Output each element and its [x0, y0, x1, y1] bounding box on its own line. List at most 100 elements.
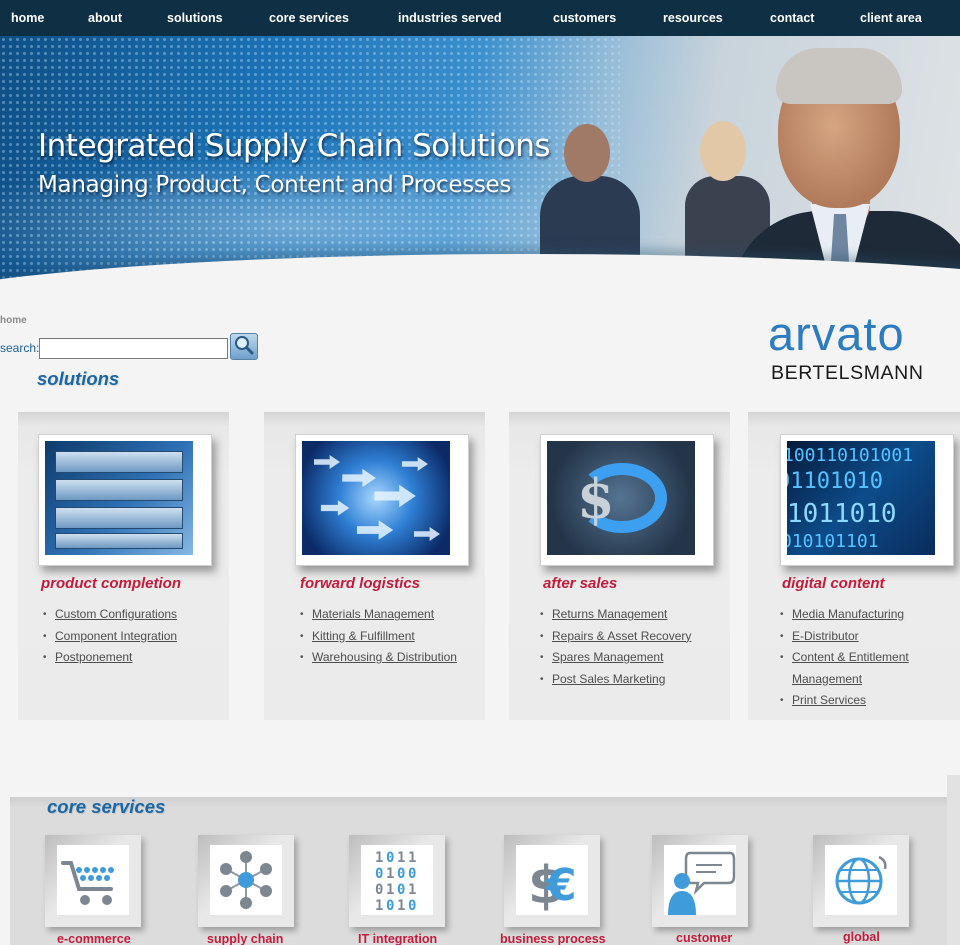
nav-industries-served[interactable]: industries served — [398, 11, 502, 25]
link-content-entitlement-management[interactable]: Management — [792, 672, 862, 686]
core-service-ecommerce[interactable] — [45, 835, 141, 927]
link-repairs-asset-recovery[interactable]: Repairs & Asset Recovery — [552, 629, 691, 643]
list-item: Warehousing & Distribution — [300, 647, 457, 669]
svg-text:1: 1 — [386, 882, 394, 898]
link-print-services[interactable]: Print Services — [792, 693, 866, 707]
list-item: Materials Management — [300, 604, 457, 626]
card-link-list: Custom Configurations Component Integrat… — [43, 604, 177, 669]
network-icon — [220, 851, 272, 909]
arrows-image — [302, 441, 450, 555]
solutions-heading: solutions — [37, 368, 120, 389]
list-item: Repairs & Asset Recovery — [540, 626, 691, 648]
svg-text:1: 1 — [408, 850, 416, 866]
link-spares-management[interactable]: Spares Management — [552, 650, 663, 664]
card-title[interactable]: forward logistics — [300, 575, 420, 592]
solution-card-after-sales: $ after sales Returns Management Repairs… — [509, 412, 730, 720]
card-link-list: Returns Management Repairs & Asset Recov… — [540, 604, 691, 690]
svg-text:0: 0 — [375, 866, 383, 882]
arvato-logo[interactable]: arvato BERTELSMANN — [768, 307, 940, 388]
card-link-list: Media Manufacturing E-Distributor Conten… — [780, 604, 909, 712]
binary-icon: 1011 0100 0101 1010 — [375, 850, 416, 914]
search-input[interactable] — [39, 338, 228, 359]
list-item: E-Distributor — [780, 626, 909, 648]
list-item: Returns Management — [540, 604, 691, 626]
svg-text:0: 0 — [408, 898, 416, 914]
link-e-distributor[interactable]: E-Distributor — [792, 629, 859, 643]
nav-about[interactable]: about — [88, 11, 122, 25]
card-title[interactable]: after sales — [543, 575, 617, 592]
logo-wordmark: arvato — [768, 307, 905, 360]
list-item-continuation: Management — [780, 669, 909, 691]
link-warehousing-distribution[interactable]: Warehousing & Distribution — [312, 650, 457, 664]
search-button[interactable] — [230, 333, 258, 360]
nav-resources[interactable]: resources — [663, 11, 723, 25]
solution-image-frame[interactable] — [295, 434, 469, 566]
nav-customers[interactable]: customers — [553, 11, 616, 25]
solution-image-frame[interactable] — [38, 434, 212, 566]
solution-image-frame[interactable]: $ — [540, 434, 714, 566]
search-label: search: — [0, 341, 40, 355]
customer-chat-icon — [668, 851, 736, 915]
svg-text:1: 1 — [397, 898, 405, 914]
solution-card-forward-logistics: forward logistics Materials Management K… — [264, 412, 485, 720]
link-returns-management[interactable]: Returns Management — [552, 607, 667, 621]
nav-contact[interactable]: contact — [770, 11, 814, 25]
nav-core-services[interactable]: core services — [269, 11, 349, 25]
svg-text:1: 1 — [386, 866, 394, 882]
core-services-panel — [10, 797, 947, 945]
list-item: Component Integration — [43, 626, 177, 648]
svg-text:0: 0 — [375, 882, 383, 898]
core-service-customer[interactable] — [652, 835, 748, 927]
hero-title: Integrated Supply Chain Solutions — [38, 128, 551, 164]
link-component-integration[interactable]: Component Integration — [55, 629, 177, 643]
core-service-label-global[interactable]: global — [843, 930, 880, 944]
core-service-supply-chain[interactable] — [198, 835, 294, 927]
server-rack-image — [45, 441, 193, 555]
svg-text:1: 1 — [397, 850, 405, 866]
card-link-list: Materials Management Kitting & Fulfillme… — [300, 604, 457, 669]
card-title[interactable]: product completion — [41, 575, 181, 592]
nav-solutions[interactable]: solutions — [167, 11, 223, 25]
card-title[interactable]: digital content — [782, 575, 885, 592]
list-item: Media Manufacturing — [780, 604, 909, 626]
list-item: Post Sales Marketing — [540, 669, 691, 691]
nav-client-area[interactable]: client area — [860, 11, 922, 25]
core-services-heading: core services — [47, 796, 166, 817]
hero-subtitle: Managing Product, Content and Processes — [38, 172, 512, 198]
svg-text:0: 0 — [408, 866, 416, 882]
globe-icon — [835, 855, 887, 905]
link-postponement[interactable]: Postponement — [55, 650, 132, 664]
solution-image-frame[interactable]: 100110101001 01101010 1011010 010101101 — [780, 434, 954, 566]
binary-code-image: 100110101001 01101010 1011010 010101101 — [787, 441, 935, 555]
link-media-manufacturing[interactable]: Media Manufacturing — [792, 607, 904, 621]
core-service-label-it-integration[interactable]: IT integration — [358, 932, 437, 945]
svg-text:1: 1 — [375, 850, 383, 866]
nav-home[interactable]: home — [11, 11, 44, 25]
link-kitting-fulfillment[interactable]: Kitting & Fulfillment — [312, 629, 415, 643]
breadcrumb[interactable]: home — [0, 315, 27, 326]
top-nav: home about solutions core services indus… — [0, 0, 960, 36]
link-post-sales-marketing[interactable]: Post Sales Marketing — [552, 672, 665, 686]
gears-dollar-image: $ — [547, 441, 695, 555]
list-item: Kitting & Fulfillment — [300, 626, 457, 648]
core-service-global[interactable] — [813, 835, 909, 927]
magnifier-icon — [235, 336, 254, 355]
core-service-label-business-process[interactable]: business process — [500, 932, 606, 945]
hero-banner: Integrated Supply Chain Solutions Managi… — [0, 36, 960, 298]
list-item: Custom Configurations — [43, 604, 177, 626]
core-service-business-process[interactable]: $ € — [504, 835, 600, 927]
svg-text:0: 0 — [397, 866, 405, 882]
logo-subtext: BERTELSMANN — [771, 362, 924, 384]
svg-text:0: 0 — [386, 898, 394, 914]
link-materials-management[interactable]: Materials Management — [312, 607, 434, 621]
core-service-it-integration[interactable]: 1011 0100 0101 1010 — [349, 835, 445, 927]
core-service-label-supply-chain[interactable]: supply chain — [207, 932, 283, 945]
core-service-label-customer[interactable]: customer — [676, 931, 732, 945]
link-custom-configurations[interactable]: Custom Configurations — [55, 607, 177, 621]
list-item: Postponement — [43, 647, 177, 669]
list-item: Print Services — [780, 690, 909, 712]
svg-text:0: 0 — [386, 850, 394, 866]
solution-card-product-completion: product completion Custom Configurations… — [18, 412, 229, 720]
core-service-label-ecommerce[interactable]: e-commerce — [57, 932, 131, 945]
link-content-entitlement[interactable]: Content & Entitlement — [792, 650, 909, 664]
